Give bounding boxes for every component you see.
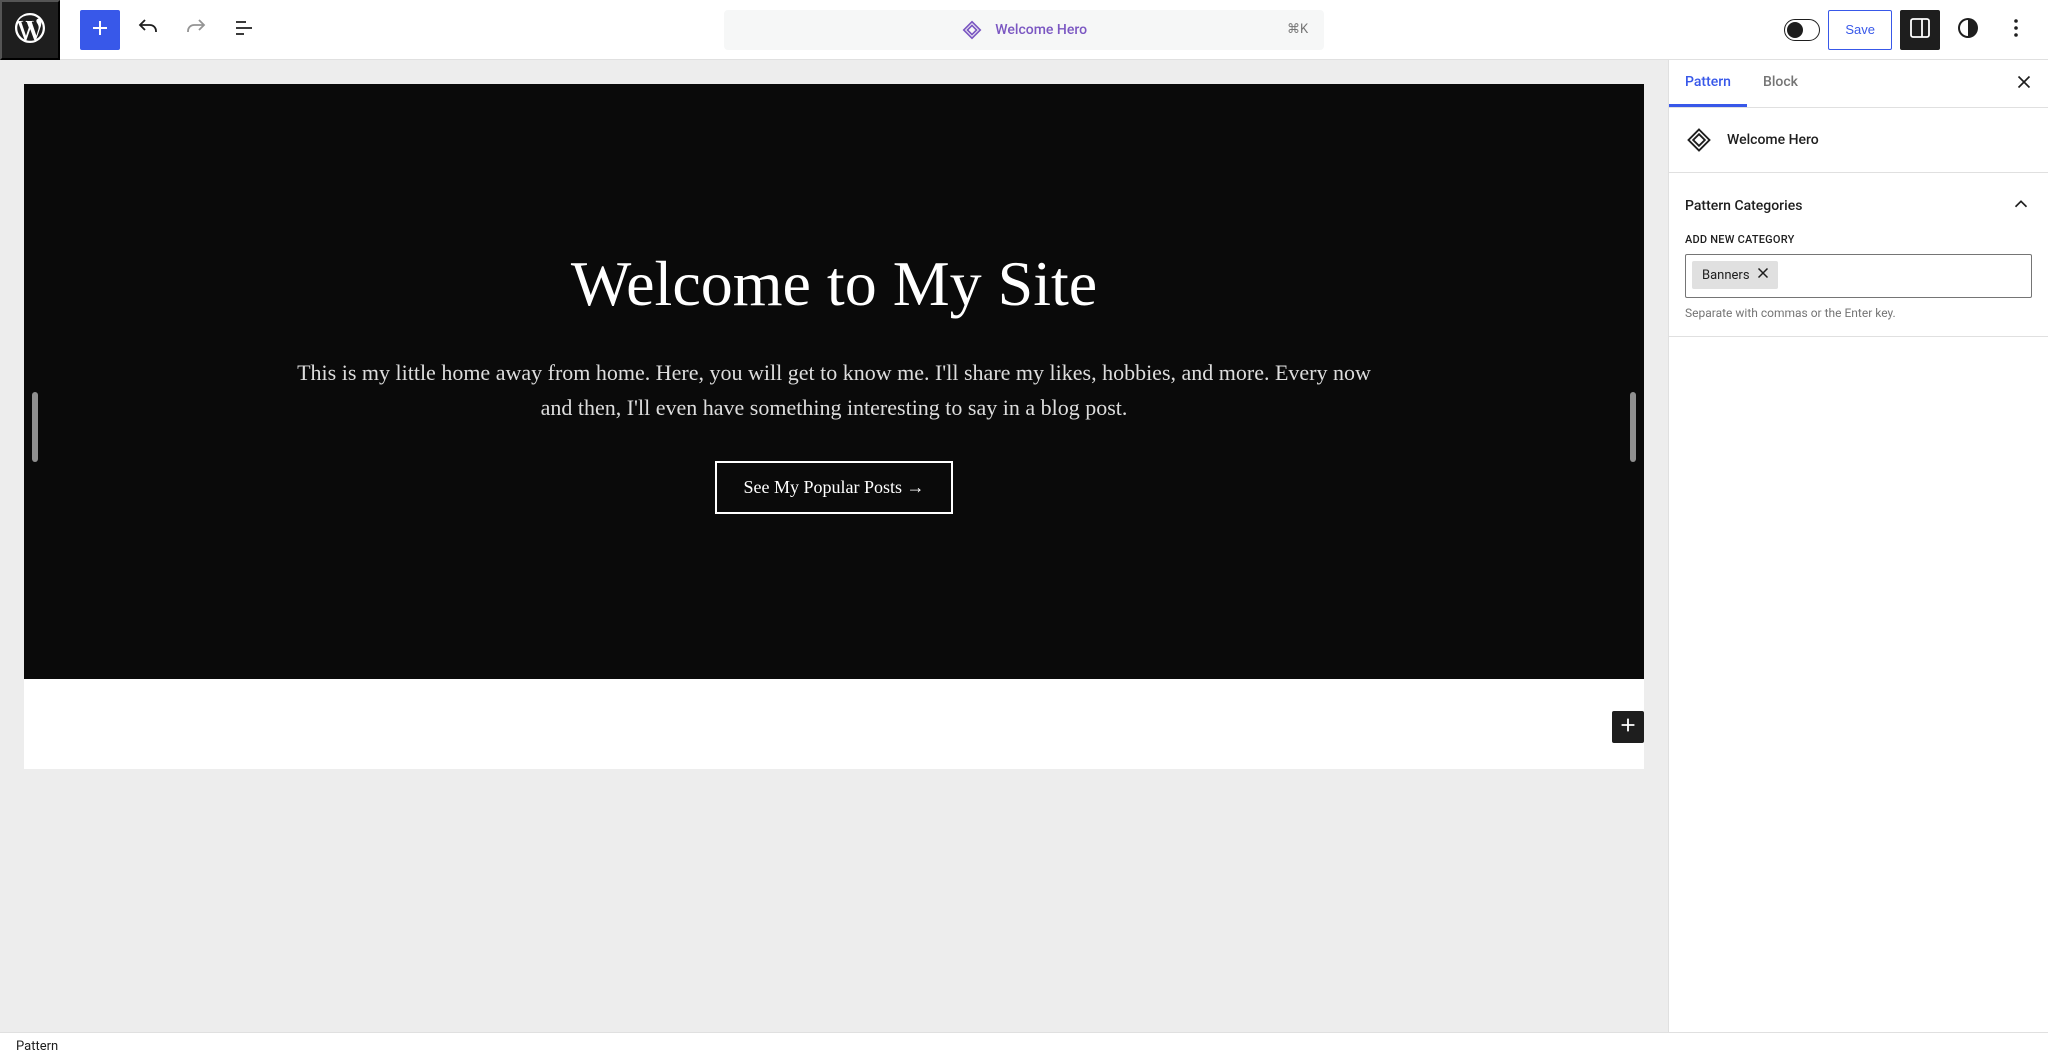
category-token-label: Banners bbox=[1702, 268, 1750, 283]
settings-panel-icon bbox=[1908, 16, 1932, 43]
block-inserter-button[interactable] bbox=[80, 10, 120, 50]
styles-icon bbox=[1956, 16, 1980, 43]
command-shortcut: ⌘K bbox=[1287, 22, 1308, 37]
canvas-footer-area[interactable] bbox=[24, 679, 1644, 769]
tab-block[interactable]: Block bbox=[1747, 60, 1814, 107]
add-block-floating-button[interactable] bbox=[1612, 711, 1644, 743]
document-overview-button[interactable] bbox=[224, 10, 264, 50]
sidebar-pattern-header: Welcome Hero bbox=[1669, 108, 2048, 173]
wp-logo-button[interactable] bbox=[0, 0, 60, 60]
field-help-text: Separate with commas or the Enter key. bbox=[1685, 306, 2032, 320]
panel-pattern-categories: Pattern Categories Add New Category Bann… bbox=[1669, 173, 2048, 337]
sidebar-tabs: Pattern Block bbox=[1669, 60, 2048, 108]
document-bar[interactable]: Welcome Hero ⌘K bbox=[724, 10, 1324, 50]
redo-icon bbox=[184, 16, 208, 43]
undo-icon bbox=[136, 16, 160, 43]
toolbar-left-group bbox=[0, 0, 264, 60]
preview-toggle[interactable] bbox=[1784, 19, 1820, 41]
hero-heading[interactable]: Welcome to My Site bbox=[571, 249, 1097, 319]
top-toolbar: Welcome Hero ⌘K Save bbox=[0, 0, 2048, 60]
canvas-frame[interactable]: Welcome to My Site This is my little hom… bbox=[24, 84, 1644, 769]
toolbar-right-group: Save bbox=[1784, 10, 2048, 50]
chevron-up-icon bbox=[2010, 193, 2032, 219]
pattern-icon bbox=[961, 19, 983, 41]
canvas-area: Welcome to My Site This is my little hom… bbox=[0, 60, 1668, 1032]
hero-paragraph[interactable]: This is my little home away from home. H… bbox=[284, 355, 1384, 425]
close-icon bbox=[1754, 264, 1772, 286]
undo-button[interactable] bbox=[128, 10, 168, 50]
category-token: Banners bbox=[1692, 261, 1778, 289]
panel-title: Pattern Categories bbox=[1685, 198, 1802, 214]
settings-sidebar-button[interactable] bbox=[1900, 10, 1940, 50]
sidebar-pattern-title: Welcome Hero bbox=[1727, 132, 1819, 148]
pattern-icon bbox=[1685, 126, 1713, 154]
wordpress-logo-icon bbox=[12, 10, 48, 49]
hero-cover-block[interactable]: Welcome to My Site This is my little hom… bbox=[24, 84, 1644, 679]
breadcrumb[interactable]: Pattern bbox=[16, 1039, 58, 1054]
list-view-icon bbox=[232, 16, 256, 43]
tab-pattern[interactable]: Pattern bbox=[1669, 60, 1747, 107]
panel-header-pattern-categories[interactable]: Pattern Categories bbox=[1685, 189, 2032, 233]
more-vertical-icon bbox=[2004, 16, 2028, 43]
hero-cta-button[interactable]: See My Popular Posts → bbox=[715, 461, 952, 514]
token-remove-button[interactable] bbox=[1752, 264, 1774, 286]
plus-icon bbox=[1617, 714, 1639, 740]
close-icon bbox=[2013, 71, 2035, 97]
redo-button[interactable] bbox=[176, 10, 216, 50]
resize-handle-right[interactable] bbox=[1630, 392, 1636, 462]
category-token-input[interactable] bbox=[1784, 261, 2025, 285]
options-button[interactable] bbox=[1996, 10, 2036, 50]
footer-breadcrumb-bar: Pattern bbox=[0, 1032, 2048, 1060]
resize-handle-left[interactable] bbox=[32, 392, 38, 462]
document-title: Welcome Hero bbox=[995, 22, 1087, 38]
styles-button[interactable] bbox=[1948, 10, 1988, 50]
toolbar-center-group: Welcome Hero ⌘K bbox=[264, 10, 1784, 50]
main-layout: Welcome to My Site This is my little hom… bbox=[0, 60, 2048, 1032]
save-button[interactable]: Save bbox=[1828, 10, 1892, 50]
field-label-add-category: Add New Category bbox=[1685, 233, 2032, 246]
category-token-field[interactable]: Banners bbox=[1685, 254, 2032, 298]
close-sidebar-button[interactable] bbox=[2006, 66, 2042, 102]
plus-icon bbox=[88, 16, 112, 43]
settings-sidebar: Pattern Block Welcome Hero Pattern Categ… bbox=[1668, 60, 2048, 1032]
